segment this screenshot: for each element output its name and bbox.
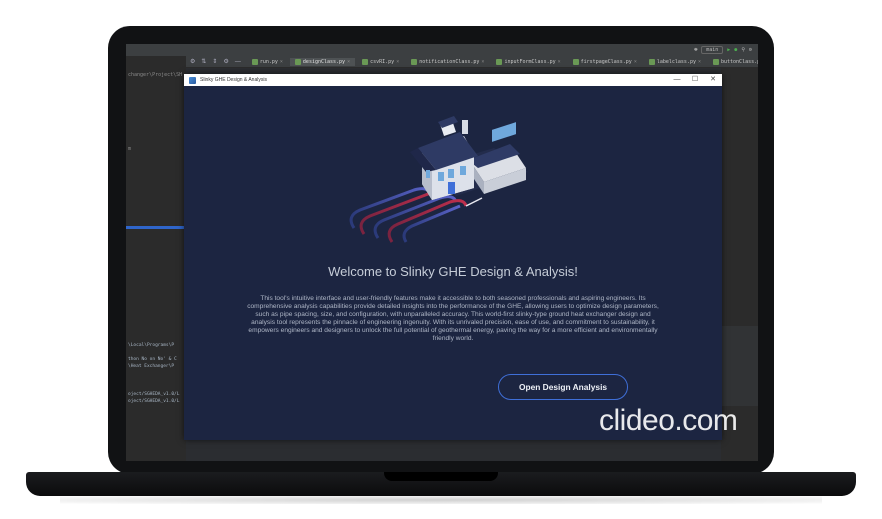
console-line: \Local\Programs\P (128, 343, 175, 348)
ide-tab[interactable]: inputFormClass.py × (491, 58, 565, 66)
window-controls: — ☐ ✕ (668, 74, 722, 86)
ide-tabs: run.py × designClass.py × csvRI.py × notificat… (247, 57, 758, 66)
search-icon[interactable]: ⚲ (741, 47, 745, 53)
expand-icon[interactable]: ⇕ (212, 58, 217, 65)
ide-tab-label: designClass.py (302, 58, 346, 65)
app-titlebar: Slinky GHE Design & Analysis — ☐ ✕ (184, 74, 722, 86)
tab-close-icon[interactable]: × (280, 59, 283, 65)
ide-tab[interactable]: csvRI.py × (357, 58, 404, 66)
tab-close-icon[interactable]: × (396, 59, 399, 65)
ide-right-panel (721, 68, 758, 461)
minimize-button[interactable]: — (668, 74, 686, 86)
window-title: Slinky GHE Design & Analysis (200, 77, 267, 83)
selected-file-highlight (126, 226, 186, 229)
python-file-icon (496, 58, 503, 65)
laptop-notch (384, 472, 498, 481)
debug-icon[interactable]: ● (734, 47, 737, 53)
python-file-icon (362, 58, 369, 65)
python-file-icon (411, 58, 418, 65)
python-file-icon (713, 58, 719, 65)
laptop-mockup: ☻ main ▶ ● ⚲ ⚙ ⚙ ⇅ ⇕ ⚙ — run.py × designCl… (0, 0, 882, 519)
settings-icon[interactable]: ⚙ (749, 47, 752, 53)
ide-console: \Local\Programs\P thon No on No' & C \Heat… (126, 342, 186, 461)
ide-tab-label: notificationClass.py (419, 58, 480, 65)
close-button[interactable]: ✕ (704, 74, 722, 86)
ide-run-controls: ☻ main ▶ ● ⚲ ⚙ (694, 46, 752, 54)
tab-close-icon[interactable]: × (347, 59, 350, 65)
console-line: oject/SGHEDA_v1.0/L (128, 399, 180, 404)
maximize-button[interactable]: ☐ (686, 74, 704, 86)
description-text: This tool's intuitive interface and user… (247, 295, 659, 342)
laptop-screen: ☻ main ▶ ● ⚲ ⚙ ⚙ ⇅ ⇕ ⚙ — run.py × designCl… (126, 44, 758, 461)
gear-icon[interactable]: ⚙ (190, 58, 195, 65)
ide-tab-label: csvRI.py (370, 58, 395, 65)
ide-tab-label: buttonClass.py (721, 58, 758, 65)
python-file-icon (572, 58, 579, 65)
project-path: changer\Project\SH (128, 72, 183, 78)
ide-tab[interactable]: buttonClass.py× (708, 58, 758, 66)
tab-close-icon[interactable]: × (481, 59, 484, 65)
ide-tab-label: labelclass.py (656, 58, 696, 65)
hide-icon[interactable]: — (235, 59, 241, 65)
open-design-analysis-button[interactable]: Open Design Analysis (498, 374, 628, 400)
clideo-watermark: clideo.com (599, 404, 738, 437)
run-icon[interactable]: ▶ (727, 47, 730, 53)
line-indicator: m (128, 146, 132, 152)
welcome-heading: Welcome to Slinky GHE Design & Analysis! (328, 264, 578, 279)
ide-tab[interactable]: designClass.py × (289, 57, 356, 66)
user-icon[interactable]: ☻ (694, 47, 697, 53)
ide-tab[interactable]: labelclass.py × (644, 58, 706, 66)
slinky-loop-icon (349, 185, 483, 243)
ide-tab-label: run.py (259, 58, 278, 65)
collapse-icon[interactable]: ⇅ (201, 58, 206, 65)
settings-icon[interactable]: ⚙ (223, 58, 228, 65)
laptop-shadow (60, 496, 822, 504)
ide-project-panel: changer\Project\SH m \Local\Programs\P th… (126, 56, 186, 461)
ide-right-band (721, 326, 758, 406)
console-line: \Heat Exchanger\P (128, 364, 175, 369)
ide-tab[interactable]: notificationClass.py × (406, 58, 489, 66)
ide-tab-label: inputFormClass.py (504, 58, 556, 65)
house-geothermal-illustration (349, 116, 528, 243)
python-file-icon (648, 58, 655, 65)
python-file-icon (251, 58, 258, 65)
tab-close-icon[interactable]: × (634, 59, 637, 65)
run-config-select[interactable]: main (701, 46, 724, 54)
tab-close-icon[interactable]: × (558, 59, 561, 65)
ide-tab[interactable]: run.py × (247, 58, 288, 66)
ide-toolbar: ☻ main ▶ ● ⚲ ⚙ (126, 44, 758, 56)
ide-tab-bar: ⚙ ⇅ ⇕ ⚙ — run.py × designClass.py × csvRI.py… (186, 56, 758, 68)
app-window: Slinky GHE Design & Analysis — ☐ ✕ Welco… (184, 74, 722, 440)
tab-close-icon[interactable]: × (698, 59, 701, 65)
app-logo-icon (189, 76, 196, 84)
python-file-icon (294, 58, 301, 65)
ide-tab[interactable]: firstpageClass.py × (568, 58, 642, 66)
ide-tab-label: firstpageClass.py (580, 58, 632, 65)
console-line: thon No on No' & C (128, 357, 177, 362)
console-line: oject/SGHEDA_v1.0/L (128, 392, 180, 397)
